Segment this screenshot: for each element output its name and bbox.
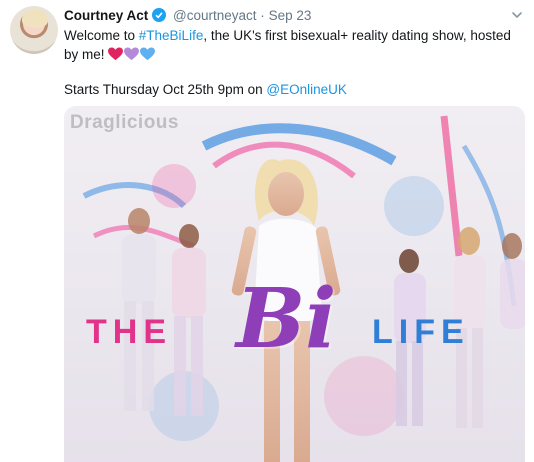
- logo-life: LIFE: [372, 313, 470, 351]
- tweet-media-image[interactable]: Draglicious THE Bi LIFE: [64, 106, 525, 462]
- blue-heart-icon: [140, 47, 156, 61]
- logo-bi: Bi: [236, 271, 337, 367]
- mention-link[interactable]: @EOnlineUK: [266, 82, 347, 97]
- tweet-text: Welcome to #TheBiLife, the UK's first bi…: [64, 26, 514, 64]
- author-name[interactable]: Courtney Act: [64, 8, 148, 23]
- verified-badge-icon: [152, 8, 167, 22]
- red-heart-icon: [108, 47, 124, 61]
- chevron-down-icon[interactable]: [510, 8, 524, 22]
- hashtag-link[interactable]: #TheBiLife: [139, 28, 204, 43]
- author-handle[interactable]: @courtneyact: [173, 8, 257, 23]
- tweet-text-line2: Starts Thursday Oct 25th 9pm on @EOnline…: [64, 80, 347, 99]
- schedule-text: Starts Thursday Oct 25th 9pm on: [64, 82, 267, 97]
- tweet-header: Courtney Act @courtneyact · Sep 23: [64, 6, 514, 28]
- purple-heart-icon: [124, 47, 140, 61]
- tweet-timestamp[interactable]: Sep 23: [269, 8, 312, 23]
- separator-dot: ·: [260, 8, 265, 23]
- logo-the: THE: [86, 313, 172, 351]
- tweet-text-part1: Welcome to: [64, 28, 139, 43]
- avatar[interactable]: [10, 6, 58, 54]
- watermark: Draglicious: [70, 112, 179, 133]
